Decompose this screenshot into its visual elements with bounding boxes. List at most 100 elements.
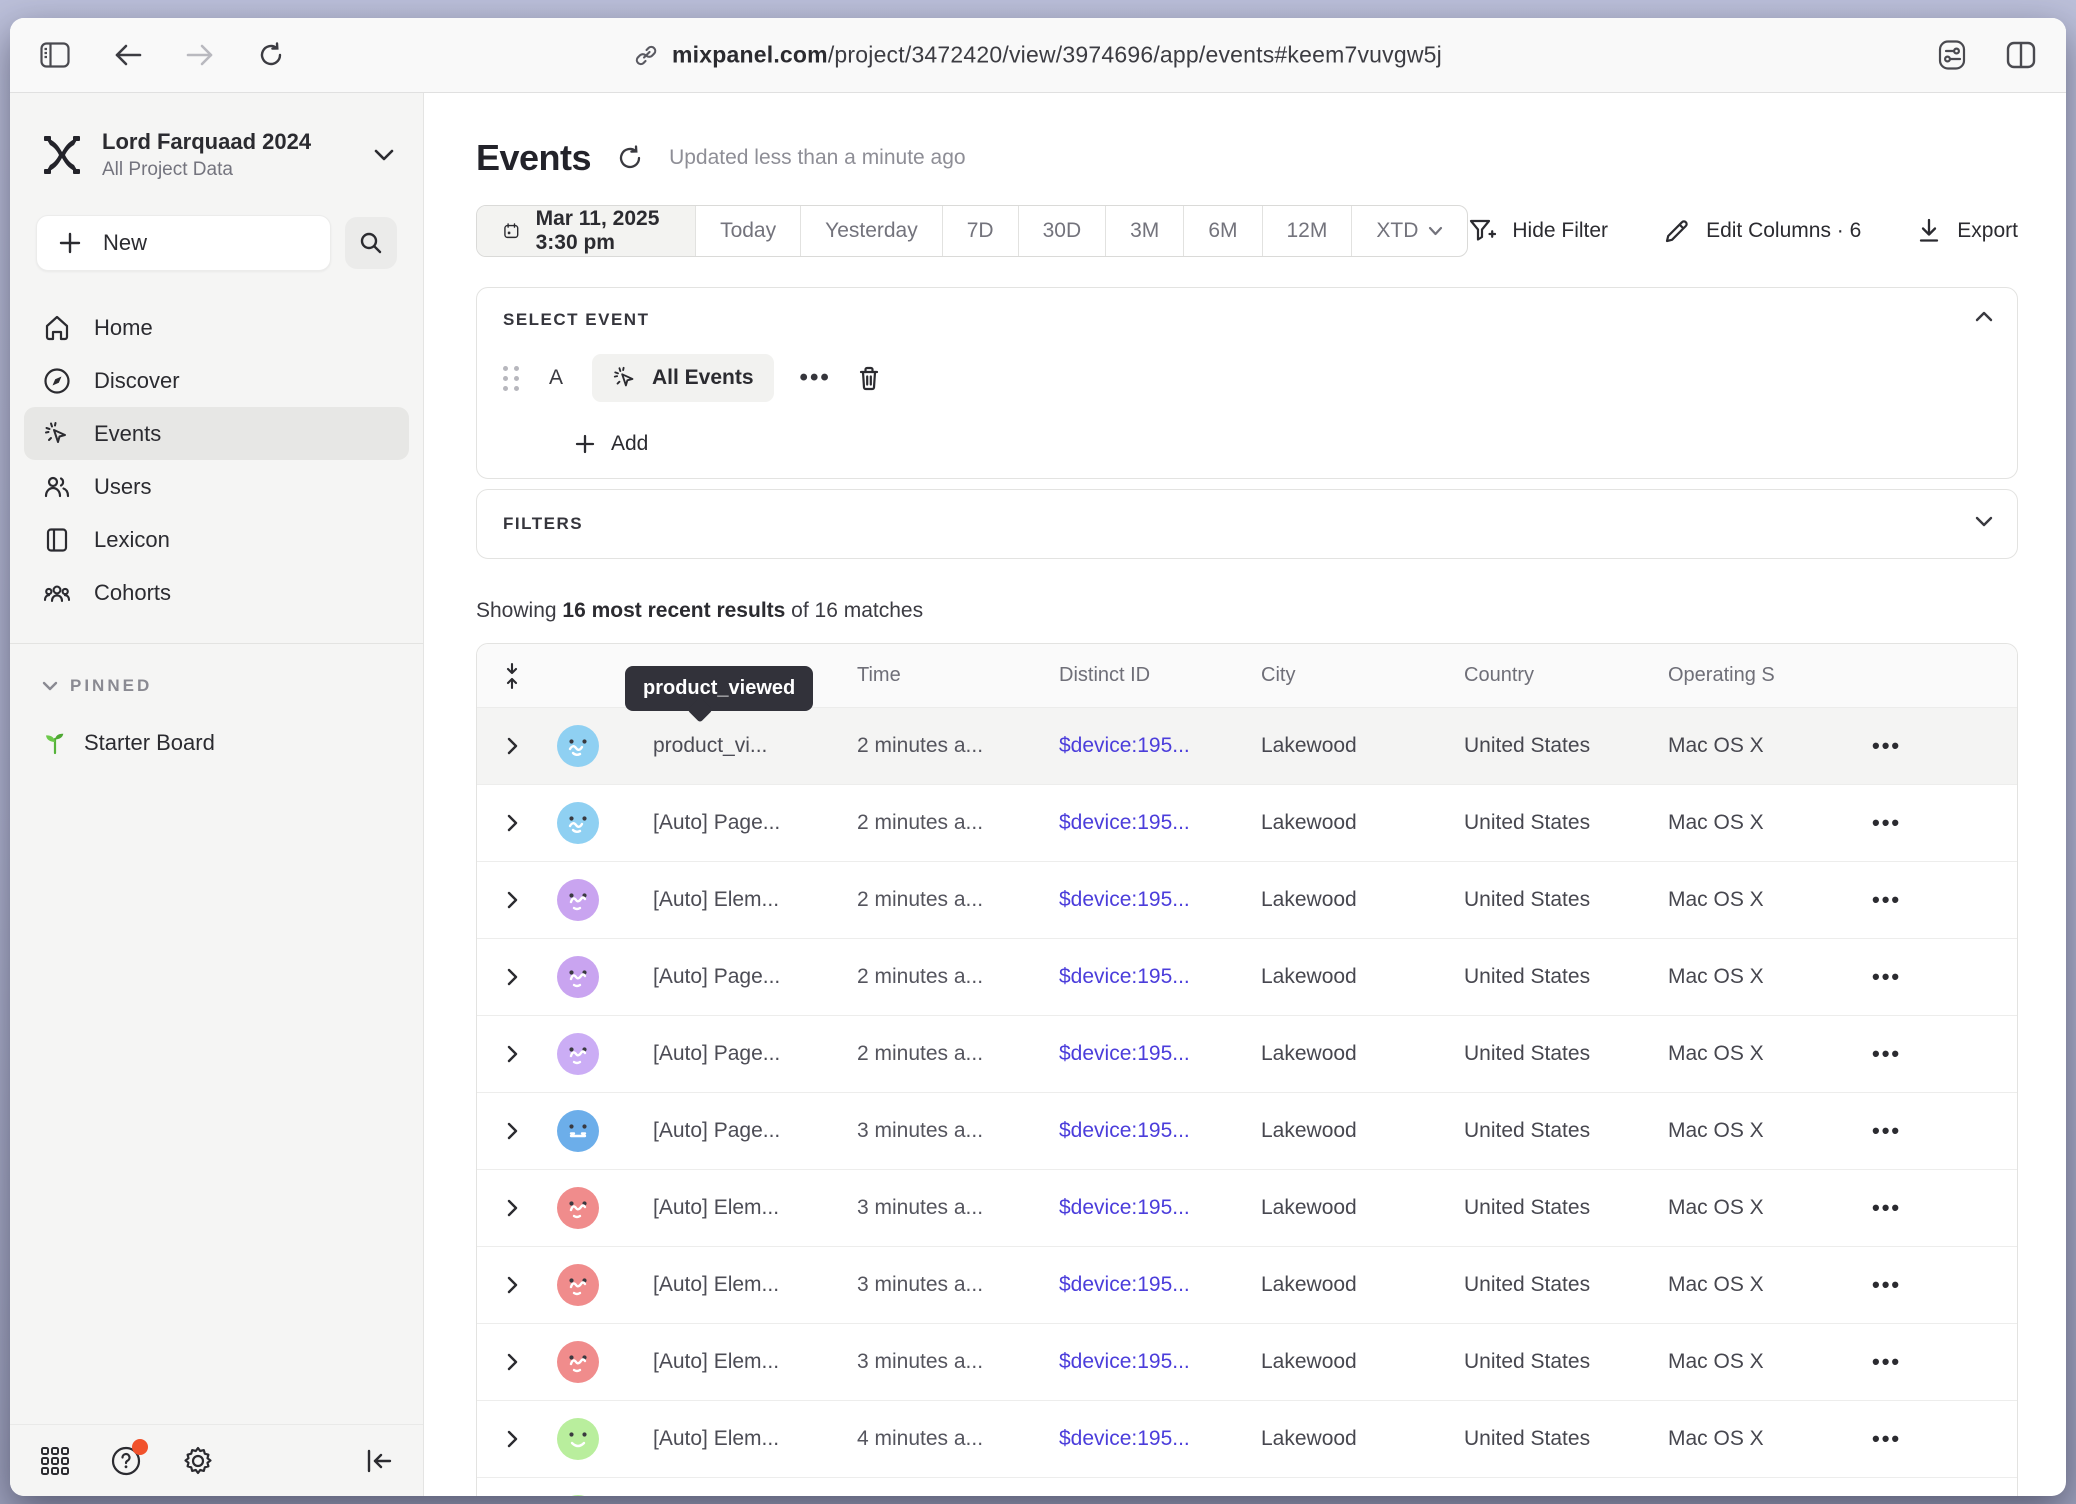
row-more-button[interactable]: •••: [1858, 887, 2017, 913]
collapse-rows-icon[interactable]: [477, 662, 557, 690]
help-button[interactable]: [110, 1445, 142, 1477]
event-name[interactable]: [Auto] Elem...: [653, 1196, 857, 1220]
event-name[interactable]: [Auto] Page...: [653, 965, 857, 989]
hide-filter-button[interactable]: Hide Filter: [1468, 218, 1608, 244]
column-header-city[interactable]: City: [1261, 664, 1464, 687]
row-expand-icon[interactable]: [477, 813, 557, 833]
apps-grid-icon[interactable]: [40, 1446, 70, 1476]
distinct-id-link[interactable]: $device:195...: [1059, 1273, 1190, 1296]
row-expand-icon[interactable]: [477, 1121, 557, 1141]
table-row[interactable]: [Auto] Elem... 3 minutes a... $device:19…: [477, 1247, 2017, 1324]
range-today[interactable]: Today: [696, 206, 801, 256]
range-yesterday[interactable]: Yesterday: [801, 206, 943, 256]
reader-settings-icon[interactable]: [1936, 40, 1968, 70]
column-header-os[interactable]: Operating S: [1668, 664, 1858, 687]
sidebar-item-users[interactable]: Users: [24, 460, 409, 513]
back-icon[interactable]: [114, 43, 142, 67]
table-row[interactable]: [Auto] Elem... 4 minutes a... $device:19…: [477, 1401, 2017, 1478]
event-name[interactable]: [Auto] Page...: [653, 811, 857, 835]
project-switcher[interactable]: Lord Farquaad 2024 All Project Data: [10, 121, 423, 181]
pinned-section-header[interactable]: PINNED: [10, 676, 423, 696]
row-more-button[interactable]: •••: [1858, 810, 2017, 836]
event-name[interactable]: [Auto] Elem...: [653, 888, 857, 912]
settings-gear-icon[interactable]: [182, 1445, 214, 1477]
range-xtd[interactable]: XTD: [1352, 206, 1467, 256]
event-name[interactable]: [Auto] Elem...: [653, 1350, 857, 1374]
table-row[interactable]: [Auto] Page... 2 minutes a... $device:19…: [477, 785, 2017, 862]
edit-columns-button[interactable]: Edit Columns · 6: [1664, 218, 1861, 244]
row-more-button[interactable]: •••: [1858, 1349, 2017, 1375]
table-row[interactable]: [Auto] Page... 3 minutes a... $device:19…: [477, 1093, 2017, 1170]
sidebar-item-lexicon[interactable]: Lexicon: [24, 513, 409, 566]
column-header-distinct-id[interactable]: Distinct ID: [1059, 664, 1261, 687]
forward-icon[interactable]: [186, 43, 214, 67]
row-expand-icon[interactable]: [477, 1198, 557, 1218]
row-expand-icon[interactable]: [477, 736, 557, 756]
range-30d[interactable]: 30D: [1019, 206, 1107, 256]
collapse-sidebar-icon[interactable]: [365, 1448, 393, 1474]
date-picker[interactable]: Mar 11, 2025 3:30 pm: [477, 206, 696, 256]
distinct-id-link[interactable]: $device:195...: [1059, 965, 1190, 988]
column-header-time[interactable]: Time: [857, 664, 1059, 687]
refresh-icon[interactable]: [617, 145, 643, 171]
chevron-down-icon[interactable]: [373, 148, 395, 162]
row-more-button[interactable]: •••: [1858, 1041, 2017, 1067]
row-more-button[interactable]: •••: [1858, 1195, 2017, 1221]
drag-handle[interactable]: [503, 366, 520, 391]
row-expand-icon[interactable]: [477, 1044, 557, 1064]
event-name[interactable]: [Auto] Elem...: [653, 1427, 857, 1451]
add-event-button[interactable]: Add: [575, 432, 1991, 456]
distinct-id-link[interactable]: $device:195...: [1059, 734, 1190, 757]
distinct-id-link[interactable]: $device:195...: [1059, 1042, 1190, 1065]
table-row[interactable]: [Auto] Elem... 3 minutes a... $device:19…: [477, 1324, 2017, 1401]
row-expand-icon[interactable]: [477, 890, 557, 910]
row-expand-icon[interactable]: [477, 1352, 557, 1372]
event-selector-chip[interactable]: All Events: [592, 354, 774, 402]
range-12m[interactable]: 12M: [1263, 206, 1353, 256]
event-name[interactable]: [Auto] Elem...: [653, 1273, 857, 1297]
sidebar-item-cohorts[interactable]: Cohorts: [24, 566, 409, 619]
export-button[interactable]: Export: [1917, 218, 2018, 244]
distinct-id-link[interactable]: $device:195...: [1059, 1196, 1190, 1219]
split-view-icon[interactable]: [2006, 41, 2036, 69]
reload-icon[interactable]: [258, 42, 284, 68]
sidebar-item-discover[interactable]: Discover: [24, 354, 409, 407]
row-more-button[interactable]: •••: [1858, 964, 2017, 990]
distinct-id-link[interactable]: $device:195...: [1059, 1427, 1190, 1450]
event-name[interactable]: product_vi...: [653, 734, 857, 758]
row-more-button[interactable]: •••: [1858, 1426, 2017, 1452]
table-row[interactable]: product_vi... 2 minutes a... $device:195…: [477, 708, 2017, 785]
row-more-button[interactable]: •••: [1858, 1118, 2017, 1144]
browser-sidebar-toggle-icon[interactable]: [40, 42, 70, 68]
range-6m[interactable]: 6M: [1184, 206, 1262, 256]
distinct-id-link[interactable]: $device:195...: [1059, 1350, 1190, 1373]
range-7d[interactable]: 7D: [943, 206, 1019, 256]
row-expand-icon[interactable]: [477, 1275, 557, 1295]
event-more-button[interactable]: •••: [800, 364, 831, 392]
range-3m[interactable]: 3M: [1106, 206, 1184, 256]
distinct-id-link[interactable]: $device:195...: [1059, 888, 1190, 911]
search-button[interactable]: [345, 217, 397, 269]
sidebar-item-starter-board[interactable]: Starter Board: [10, 730, 423, 756]
address-bar[interactable]: mixpanel.com/project/3472420/view/397469…: [634, 42, 1442, 69]
table-row[interactable]: [Auto] Elem... 3 minutes a... $device:19…: [477, 1170, 2017, 1247]
row-more-button[interactable]: •••: [1858, 1272, 2017, 1298]
row-expand-icon[interactable]: [477, 967, 557, 987]
table-row[interactable]: [Auto] Elem... 4 minutes a... $device:19…: [477, 1478, 2017, 1496]
row-more-button[interactable]: •••: [1858, 733, 2017, 759]
distinct-id-link[interactable]: $device:195...: [1059, 811, 1190, 834]
new-button[interactable]: New: [36, 215, 331, 271]
expand-filters-icon[interactable]: [1975, 516, 1993, 528]
event-name[interactable]: [Auto] Page...: [653, 1042, 857, 1066]
trash-icon[interactable]: [857, 365, 881, 391]
sidebar-item-home[interactable]: Home: [24, 301, 409, 354]
table-row[interactable]: [Auto] Page... 2 minutes a... $device:19…: [477, 1016, 2017, 1093]
collapse-panel-icon[interactable]: [1975, 310, 1993, 322]
distinct-id-link[interactable]: $device:195...: [1059, 1119, 1190, 1142]
column-header-country[interactable]: Country: [1464, 664, 1668, 687]
event-name[interactable]: [Auto] Page...: [653, 1119, 857, 1143]
table-row[interactable]: [Auto] Elem... 2 minutes a... $device:19…: [477, 862, 2017, 939]
table-row[interactable]: [Auto] Page... 2 minutes a... $device:19…: [477, 939, 2017, 1016]
sidebar-item-events[interactable]: Events: [24, 407, 409, 460]
row-expand-icon[interactable]: [477, 1429, 557, 1449]
